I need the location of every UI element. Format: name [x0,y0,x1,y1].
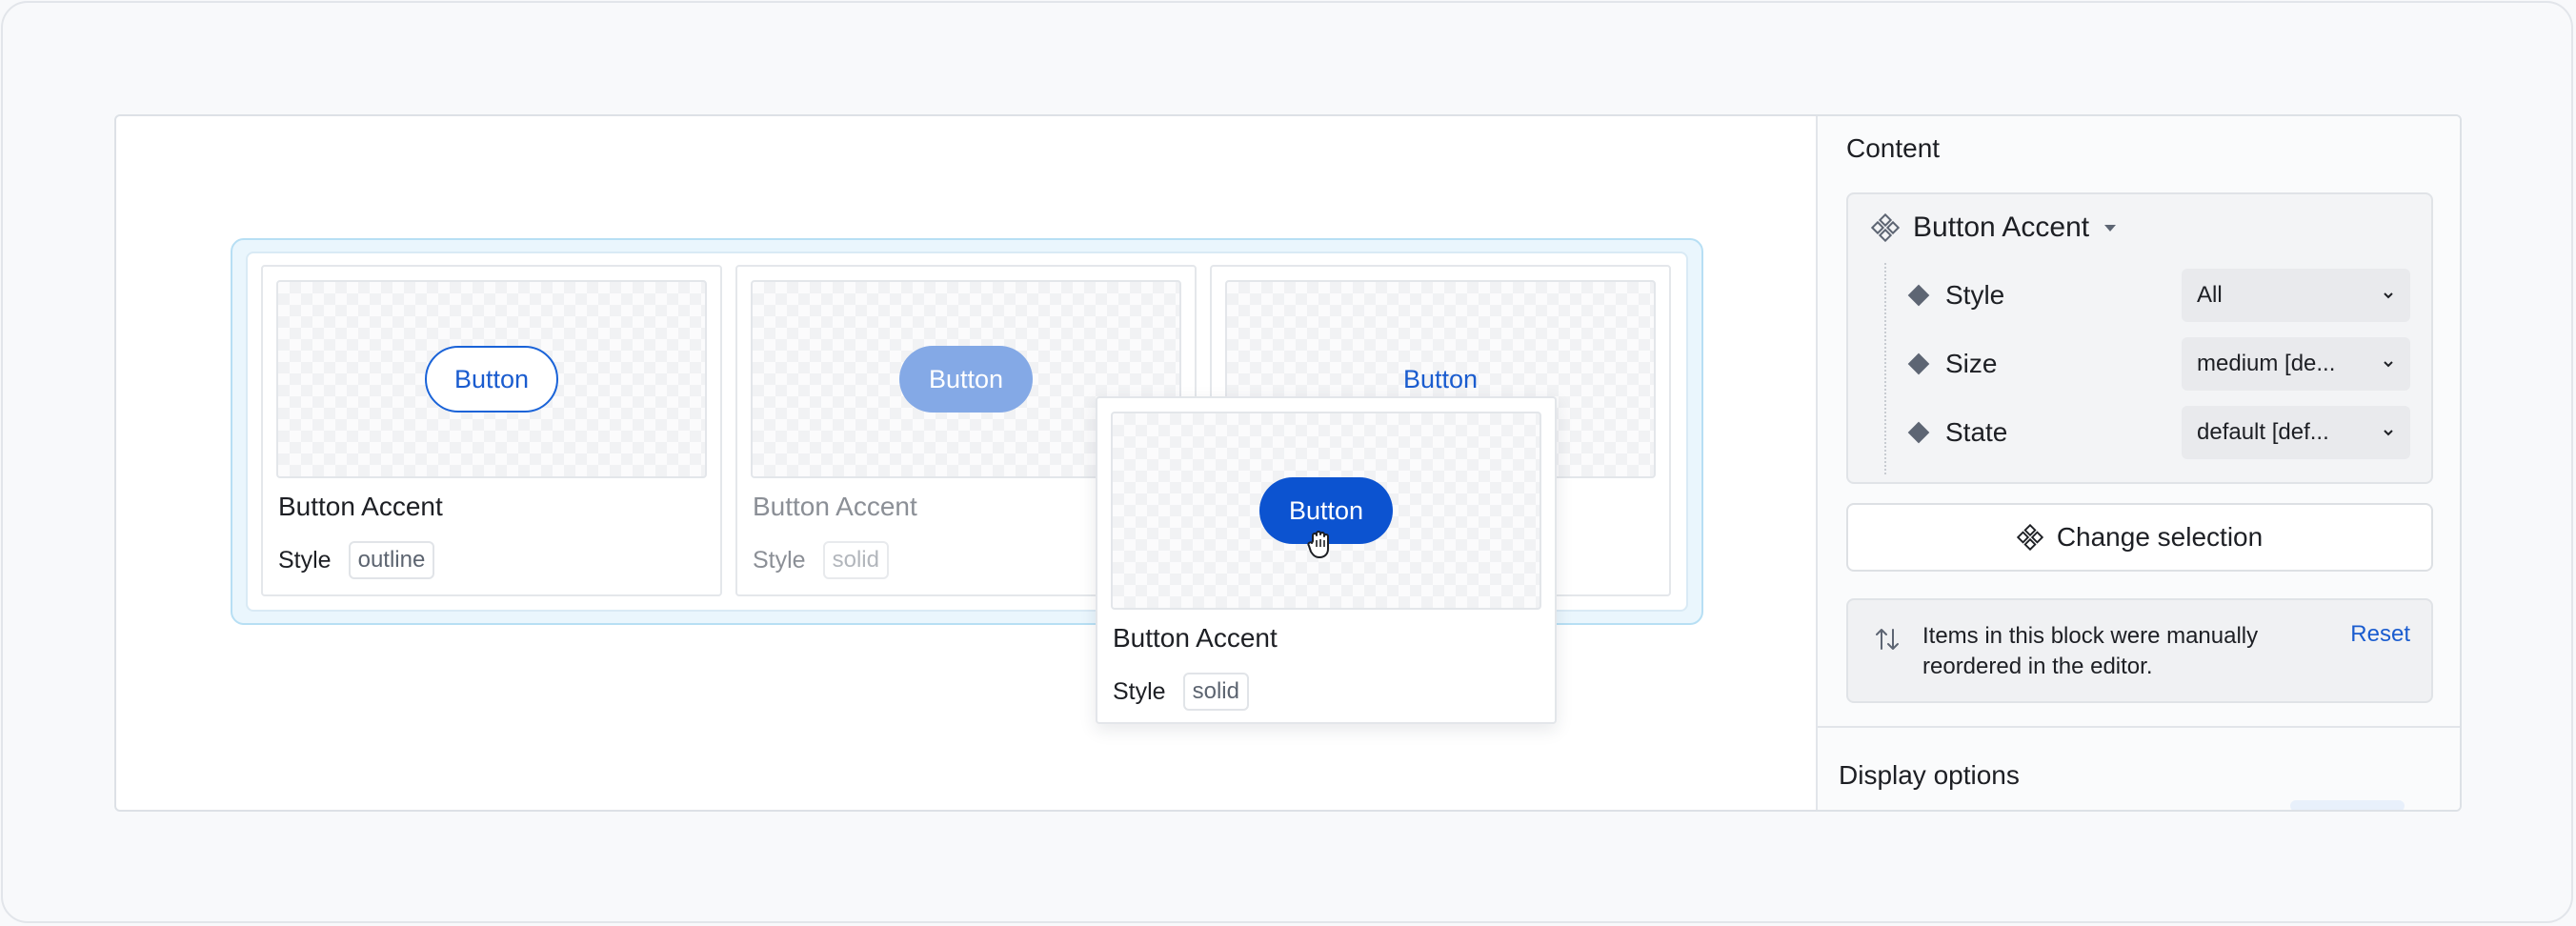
card-preview: Button [1111,412,1541,610]
state-select[interactable]: default [def... [2182,406,2410,459]
meta-label: Style [753,546,806,574]
caret-down-icon[interactable] [2103,222,2118,233]
change-selection-button[interactable]: Change selection [1846,503,2433,572]
canvas: Button Button Accent Style outline Butto… [116,116,1816,810]
chevron-down-icon [2384,292,2393,299]
tree-line [1884,263,1886,474]
component-name: Button Accent [1913,211,2090,243]
select-value: All [2197,282,2223,308]
diamond-icon [1907,284,1930,307]
property-row-size: Size medium [de... [1905,337,2410,391]
dragged-card[interactable]: Button Button Accent Style solid [1096,396,1557,724]
chevron-down-icon [2384,361,2393,368]
meta-label: Style [278,546,332,574]
editor-frame: Button Button Accent Style outline Butto… [114,114,2462,812]
card-meta: Style solid [1113,673,1249,711]
panel-heading: Content [1846,133,1941,163]
style-tag: outline [348,541,435,579]
component-header[interactable]: Button Accent [1871,211,2118,244]
property-label: State [1945,417,2008,447]
select-value: default [def... [2197,419,2329,445]
diamond-icon [1907,421,1930,444]
card-title: Button Accent [278,492,443,521]
card-title: Button Accent [753,492,917,521]
reorder-notice: Items in this block were manually reorde… [1846,598,2433,703]
component-icon [2016,524,2043,551]
diamond-icon [1907,352,1930,375]
card-meta: Style outline [278,541,435,579]
preview-button-solid: Button [899,346,1033,413]
grab-cursor-icon [1307,531,1329,558]
property-label: Style [1945,280,2005,310]
select-value: medium [de... [2197,351,2336,376]
component-properties: Button Accent Style All Size medium [de.… [1846,192,2433,484]
preview-button-outline: Button [425,346,558,413]
component-icon [1871,213,1900,242]
reorder-arrows-icon [1876,629,1899,650]
style-tag: solid [822,541,889,579]
property-row-state: State default [def... [1905,406,2410,459]
card-outline[interactable]: Button Button Accent Style outline [261,265,722,596]
display-options-toggle[interactable] [2290,800,2405,810]
card-meta: Style solid [753,541,889,579]
display-options-heading[interactable]: Display options [1839,760,2020,791]
size-select[interactable]: medium [de... [2182,337,2410,391]
section-divider [1818,726,2460,728]
style-tag: solid [1182,673,1249,711]
property-label: Size [1945,349,1998,378]
change-selection-label: Change selection [2056,522,2264,552]
card-preview: Button [276,280,707,478]
meta-label: Style [1113,677,1166,705]
notice-text: Items in this block were manually reorde… [1922,623,2259,679]
reset-link[interactable]: Reset [2350,621,2410,648]
property-row-style: Style All [1905,269,2410,322]
inspector-panel: Content Button Accent Style All Size med… [1816,116,2460,810]
card-title: Button Accent [1113,623,1278,653]
chevron-down-icon [2384,430,2393,436]
style-select[interactable]: All [2182,269,2410,322]
